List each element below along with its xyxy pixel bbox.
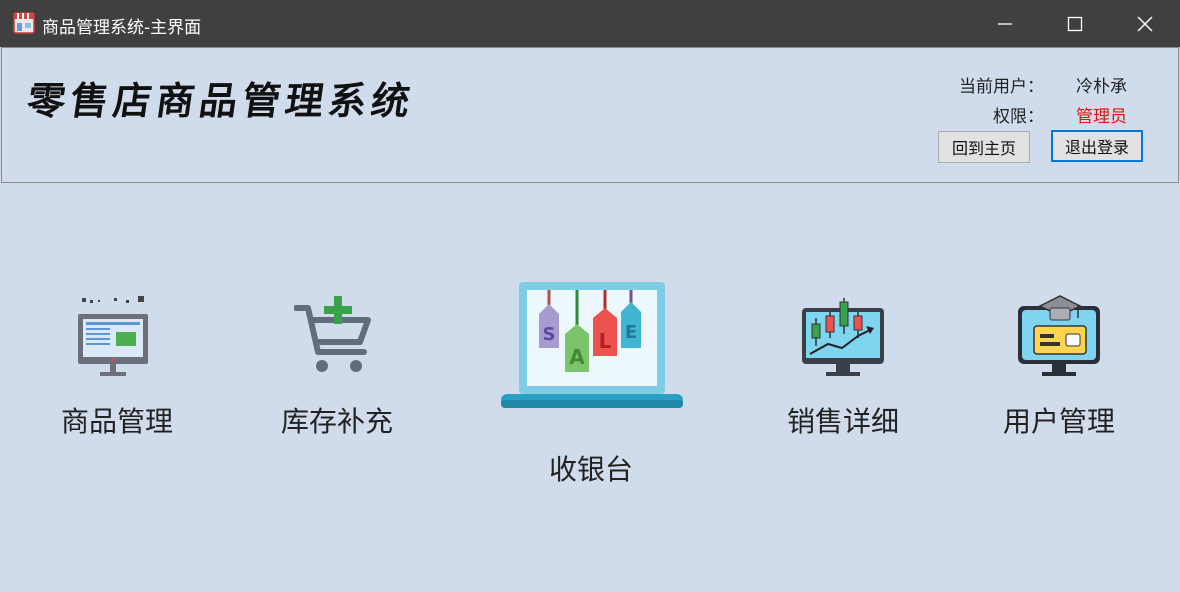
svg-text:S: S [543, 324, 556, 345]
user-card-icon [1018, 295, 1100, 376]
feature-label: 用户管理 [1002, 405, 1115, 438]
feature-stock[interactable]: 库存补充 [266, 290, 408, 450]
feature-sales[interactable]: 销售详细 [772, 290, 914, 450]
svg-text:E: E [625, 322, 637, 343]
laptop-sale-icon: S A L E [501, 282, 683, 408]
feature-products[interactable]: 商品管理 [46, 290, 188, 450]
feature-label: 库存补充 [280, 405, 393, 438]
current-user-value: 冷朴承 [1076, 77, 1127, 97]
current-user-label: 当前用户： [959, 77, 1044, 97]
minimize-icon [998, 22, 1012, 25]
logout-button[interactable]: 退出登录 [1051, 130, 1143, 162]
close-icon [1137, 16, 1153, 31]
feature-users[interactable]: 用户管理 [988, 290, 1130, 450]
app-icon [13, 12, 35, 34]
maximize-icon [1067, 16, 1083, 31]
candlestick-chart-icon [802, 298, 884, 376]
brand-title: 零售店商品管理系统 [24, 78, 418, 123]
feature-label: 商品管理 [60, 405, 173, 438]
title-bar: 商品管理系统-主界面 [0, 0, 1180, 47]
feature-label: 销售详细 [786, 405, 899, 438]
header-panel: 零售店商品管理系统 当前用户： 冷朴承 权限： 管理员 回到主页 退出登录 [1, 47, 1179, 183]
cart-plus-icon [294, 296, 371, 372]
role-label: 权限： [993, 107, 1044, 127]
close-button[interactable] [1110, 0, 1180, 47]
feature-cashier[interactable]: S A L E 收银台 [496, 280, 686, 490]
minimize-button[interactable] [970, 0, 1040, 47]
svg-text:A: A [569, 345, 585, 369]
home-button[interactable]: 回到主页 [938, 131, 1030, 163]
role-value: 管理员 [1076, 107, 1127, 127]
svg-text:L: L [599, 329, 612, 353]
feature-label: 收银台 [548, 453, 633, 486]
maximize-button[interactable] [1040, 0, 1110, 47]
monitor-icon [78, 296, 148, 376]
window-title: 商品管理系统-主界面 [42, 18, 202, 38]
